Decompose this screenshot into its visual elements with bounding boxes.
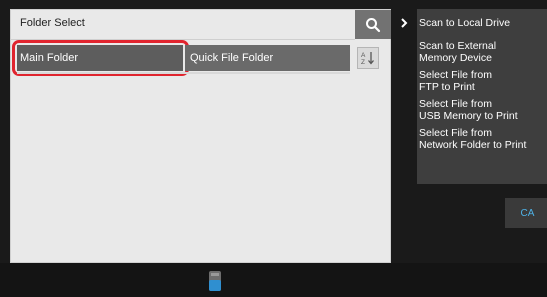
menu-item-label: USB Memory to Print [419,110,518,122]
menu-item-scan-local-drive[interactable]: Scan to Local Drive [419,17,510,29]
menu-item-label: Scan to Local Drive [419,17,511,29]
menu-item-label: Memory Device [419,52,492,64]
folder-select-panel: Folder Select Main Folder Quick File Fol… [10,9,391,263]
panel-title: Folder Select [20,17,85,29]
menu-item-label: Select File from [419,127,492,139]
selection-highlight [12,40,189,76]
search-icon [366,17,381,32]
storage-device-icon[interactable] [208,270,222,292]
menu-item-ftp-print[interactable]: Select File from FTP to Print [419,69,492,93]
menu-item-label: Select File from [419,98,492,110]
menu-item-usb-print[interactable]: Select File from USB Memory to Print [419,98,518,122]
ca-button-label: CA [520,207,535,219]
search-button[interactable] [355,10,391,39]
svg-text:A: A [361,52,366,59]
screen: Folder Select Main Folder Quick File Fol… [0,0,547,297]
bottom-bar [0,263,547,297]
ca-button[interactable]: CA [505,198,547,228]
side-menu: Scan to Local Drive Scan to External Mem… [417,9,547,184]
menu-item-network-print[interactable]: Select File from Network Folder to Print [419,127,526,151]
menu-item-scan-external-memory[interactable]: Scan to External Memory Device [419,40,496,64]
sort-az-icon: A Z [361,52,374,66]
svg-text:Z: Z [361,59,365,66]
tab-underline [17,72,350,74]
tab-quick-file-folder-label: Quick File Folder [190,52,274,64]
menu-item-label: Select File from [419,69,492,81]
menu-item-label: Network Folder to Print [419,139,527,151]
menu-item-label: FTP to Print [419,81,475,93]
menu-item-label: Scan to External [419,40,497,52]
sort-button[interactable]: A Z [357,47,379,69]
tab-quick-file-folder[interactable]: Quick File Folder [185,45,350,71]
chevron-right-icon [401,18,408,28]
